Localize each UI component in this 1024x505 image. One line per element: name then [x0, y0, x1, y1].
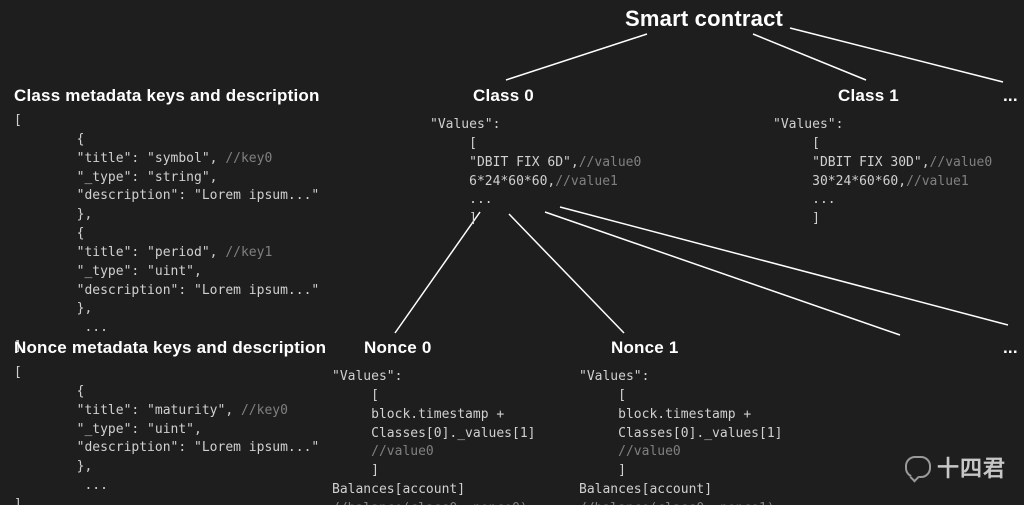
class-meta-code: [ { "title": "symbol", //key0 "_type": "… [14, 112, 319, 357]
class0-heading: Class 0 [473, 86, 534, 106]
root-label: Smart contract [625, 6, 783, 32]
class-more: ... [1003, 86, 1018, 106]
nonce1-code: "Values": [ block.timestamp + Classes[0]… [579, 368, 783, 505]
class0-code: "Values": [ "DBIT FIX 6D",//value0 6*24*… [430, 116, 641, 229]
watermark-text: 十四君 [937, 451, 1006, 483]
nonce-more: ... [1003, 338, 1018, 358]
watermark-icon [905, 456, 931, 478]
nonce-meta-heading: Nonce metadata keys and description [14, 338, 326, 358]
class1-heading: Class 1 [838, 86, 899, 106]
class1-code: "Values": [ "DBIT FIX 30D",//value0 30*2… [773, 116, 992, 229]
watermark: 十四君 [905, 451, 1006, 483]
diagram-stage: Smart contract Class metadata keys and d… [0, 0, 1024, 505]
nonce1-heading: Nonce 1 [611, 338, 679, 358]
class-meta-heading: Class metadata keys and description [14, 86, 320, 106]
nonce0-heading: Nonce 0 [364, 338, 432, 358]
nonce0-code: "Values": [ block.timestamp + Classes[0]… [332, 368, 536, 505]
nonce-meta-code: [ { "title": "maturity", //key0 "_type":… [14, 364, 319, 505]
